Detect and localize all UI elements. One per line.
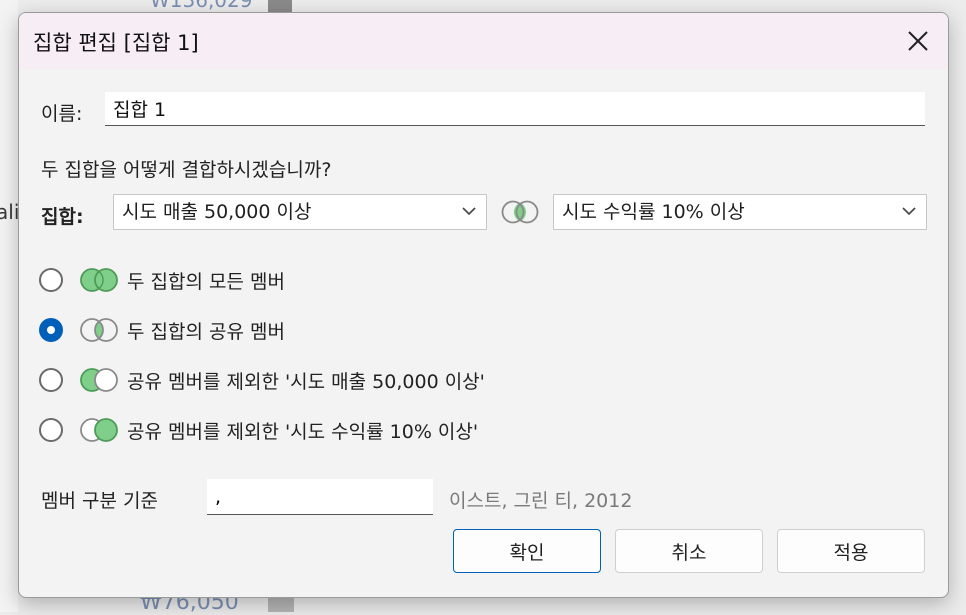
union-venn-icon (80, 268, 118, 292)
separator-label: 멤버 구분 기준 (41, 490, 158, 512)
option-all-members[interactable]: 두 집합의 모든 멤버 (39, 263, 285, 297)
apply-button[interactable]: 적용 (777, 529, 925, 573)
radio-right-except-shared[interactable] (39, 418, 63, 442)
right-set-dropdown[interactable]: 시도 수익률 10% 이상 (553, 194, 927, 230)
radio-all-members[interactable] (39, 268, 63, 292)
left-set-dropdown[interactable]: 시도 매출 50,000 이상 (113, 194, 487, 230)
combine-question: 두 집합을 어떻게 결합하시겠습니까? (41, 159, 332, 181)
cancel-button[interactable]: 취소 (615, 529, 763, 573)
left-except-venn-icon (80, 368, 118, 392)
dialog-title: 집합 편집 [집합 1] (33, 31, 199, 55)
intersection-venn-icon (501, 200, 539, 224)
chevron-down-icon (462, 207, 476, 216)
option-label: 공유 멤버를 제외한 '시도 매출 50,000 이상' (127, 370, 485, 393)
name-label: 이름: (41, 103, 83, 125)
background-panel (0, 0, 18, 612)
option-shared-members[interactable]: 두 집합의 공유 멤버 (39, 313, 285, 347)
option-right-except-shared[interactable]: 공유 멤버를 제외한 '시도 수익률 10% 이상' (39, 413, 478, 447)
left-set-value: 시도 매출 50,000 이상 (122, 201, 312, 223)
ok-button[interactable]: 확인 (453, 529, 601, 573)
radio-left-except-shared[interactable] (39, 368, 63, 392)
close-icon[interactable] (904, 27, 932, 55)
option-label: 두 집합의 모든 멤버 (127, 270, 285, 293)
option-left-except-shared[interactable]: 공유 멤버를 제외한 '시도 매출 50,000 이상' (39, 363, 485, 397)
intersection-venn-icon (80, 318, 118, 342)
right-set-value: 시도 수익률 10% 이상 (562, 201, 745, 223)
background-value-top: ₩136,029 (150, 0, 253, 12)
option-label: 두 집합의 공유 멤버 (127, 320, 285, 343)
separator-sample: 이스트, 그린 티, 2012 (449, 490, 633, 512)
separator-input[interactable] (207, 479, 433, 515)
sets-label: 집합: (41, 206, 84, 228)
edit-set-dialog: 집합 편집 [집합 1] 이름: 두 집합을 어떻게 결합하시겠습니까? 집합:… (18, 12, 949, 598)
name-input[interactable] (105, 92, 925, 126)
right-except-venn-icon (80, 418, 118, 442)
background-scrollbar-bottom (268, 596, 294, 612)
option-label: 공유 멤버를 제외한 '시도 수익률 10% 이상' (127, 420, 479, 443)
background-text-left: ali (0, 200, 20, 224)
radio-shared-members[interactable] (39, 318, 63, 342)
chevron-down-icon (902, 207, 916, 216)
title-bar: 집합 편집 [집합 1] (19, 13, 948, 69)
